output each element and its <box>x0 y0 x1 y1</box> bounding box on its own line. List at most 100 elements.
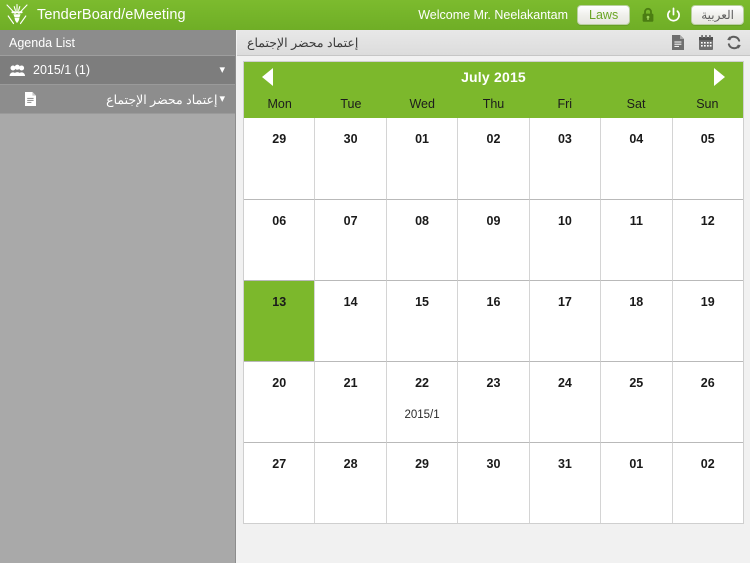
calendar-day-cell[interactable]: 30 <box>457 442 529 523</box>
chevron-down-icon[interactable]: ▾ <box>219 64 225 76</box>
calendar-day-cell[interactable]: 19 <box>671 280 743 361</box>
brand-area: TenderBoard/eMeeting <box>4 2 186 28</box>
weekday-fri: Fri <box>557 97 573 111</box>
sidebar: Agenda List 2015/1 (1) ▾ إعتماد محضر الإ… <box>0 30 236 563</box>
calendar-day-number: 15 <box>415 295 429 309</box>
calendar-day-number: 12 <box>700 214 715 228</box>
calendar-day-cell[interactable]: 27 <box>244 442 315 523</box>
calendar-day-cell[interactable]: 10 <box>528 199 601 280</box>
group-users-icon <box>9 62 26 79</box>
calendar-day-number: 30 <box>486 457 501 471</box>
calendar-day-number: 26 <box>700 376 715 390</box>
lock-icon[interactable] <box>639 5 656 25</box>
calendar-day-cell[interactable]: 24 <box>528 361 601 442</box>
oman-emblem-icon <box>4 2 30 28</box>
calendar-day-number: 25 <box>629 376 644 390</box>
weekday-tue: Tue <box>340 97 362 111</box>
chevron-down-icon[interactable]: ▾ <box>219 93 225 105</box>
calendar-day-cell[interactable]: 20 <box>244 361 315 442</box>
calendar-day-number: 24 <box>557 376 572 390</box>
calendar-day-cell[interactable]: 15 <box>385 280 458 361</box>
calendar-day-event[interactable]: 2015/1 <box>387 390 457 421</box>
document-icon <box>22 91 39 108</box>
calendar-day-number: 28 <box>343 457 358 471</box>
power-icon[interactable] <box>665 5 682 25</box>
calendar-day-cell[interactable]: 18 <box>600 280 672 361</box>
calendar-day-cell[interactable]: 12 <box>671 199 743 280</box>
header-right-controls: Welcome Mr. Neelakantam Laws العربية <box>418 5 744 25</box>
calendar-day-cell[interactable]: 28 <box>314 442 386 523</box>
calendar-day-cell[interactable]: 02 <box>457 118 529 199</box>
refresh-icon[interactable] <box>726 34 742 52</box>
arabic-language-button[interactable]: العربية <box>691 5 744 25</box>
calendar-day-cell[interactable]: 21 <box>314 361 386 442</box>
calendar-day-cell[interactable]: 03 <box>528 118 601 199</box>
calendar-week-row: 13 14 15 16 17 18 19 <box>244 280 743 361</box>
content-title: إعتماد محضر الإجتماع <box>247 36 359 50</box>
calendar-grid: 29 30 01 02 03 04 05 06 07 08 09 10 11 12 13 14 15 16 17 18… <box>244 118 743 523</box>
calendar-day-number: 29 <box>415 457 429 471</box>
weekday-sat: Sat <box>626 97 646 111</box>
calendar-weekday-header: Mon Tue Wed Thu Fri Sat Sun <box>244 91 743 118</box>
calendar-day-cell[interactable]: 16 <box>457 280 529 361</box>
calendar-day-cell[interactable]: 04 <box>600 118 672 199</box>
calendar-day-cell[interactable]: 29 <box>385 442 458 523</box>
calendar-day-cell[interactable]: 06 <box>244 199 315 280</box>
calendar-day-cell[interactable]: 01 <box>600 442 672 523</box>
sidebar-item-agenda-approve-minutes[interactable]: إعتماد محضر الإجتماع ▾ <box>0 85 235 114</box>
calendar-icon[interactable] <box>698 34 714 52</box>
calendar-day-cell[interactable]: 23 <box>457 361 529 442</box>
content-panel: إعتماد محضر الإجتماع July 2015 Mon Tue W… <box>237 30 750 563</box>
calendar-day-cell[interactable]: 14 <box>314 280 386 361</box>
calendar-day-number: 17 <box>557 295 572 309</box>
agenda-list-title: Agenda List <box>9 35 76 50</box>
calendar-week-row: 20 21 22 2015/1 23 24 25 26 <box>244 361 743 442</box>
calendar-day-cell[interactable]: 02 <box>671 442 743 523</box>
calendar-day-number: 10 <box>557 214 572 228</box>
calendar-day-number: 09 <box>486 214 501 228</box>
calendar-day-cell[interactable]: 29 <box>244 118 315 199</box>
calendar-day-number: 31 <box>557 457 572 471</box>
calendar-day-number: 03 <box>557 132 572 146</box>
calendar-day-number: 29 <box>272 132 287 146</box>
calendar-day-cell[interactable]: 30 <box>314 118 386 199</box>
calendar-month-label: July 2015 <box>461 68 526 85</box>
calendar-day-cell[interactable]: 25 <box>600 361 672 442</box>
calendar-day-number: 18 <box>629 295 644 309</box>
brand-title: TenderBoard/eMeeting <box>37 7 186 23</box>
calendar-day-number: 02 <box>486 132 501 146</box>
prev-month-button[interactable] <box>262 67 273 86</box>
calendar-day-cell[interactable]: 26 <box>671 361 743 442</box>
weekday-sun: Sun <box>696 97 719 111</box>
app-root: TenderBoard/eMeeting Welcome Mr. Neelaka… <box>0 0 750 563</box>
calendar-day-number: 22 <box>415 376 429 390</box>
sidebar-item-label: 2015/1 (1) <box>33 63 90 77</box>
calendar-day-cell[interactable]: 05 <box>671 118 743 199</box>
document-icon[interactable] <box>670 34 686 52</box>
calendar-day-number: 19 <box>700 295 715 309</box>
calendar-day-number: 20 <box>272 376 287 390</box>
calendar-day-cell[interactable]: 01 <box>385 118 458 199</box>
calendar: July 2015 Mon Tue Wed Thu Fri Sat Sun 29… <box>243 61 744 524</box>
calendar-day-cell[interactable]: 07 <box>314 199 386 280</box>
sidebar-item-meeting-2015-1[interactable]: 2015/1 (1) ▾ <box>0 56 235 85</box>
calendar-day-cell[interactable]: 17 <box>528 280 601 361</box>
calendar-day-cell[interactable]: 09 <box>457 199 529 280</box>
calendar-day-cell[interactable]: 11 <box>600 199 672 280</box>
calendar-day-number: 27 <box>272 457 287 471</box>
calendar-day-cell[interactable]: 08 <box>385 199 458 280</box>
laws-button[interactable]: Laws <box>577 5 631 25</box>
calendar-day-cell[interactable]: 13 <box>244 280 315 361</box>
next-month-button[interactable] <box>714 67 725 86</box>
calendar-container: July 2015 Mon Tue Wed Thu Fri Sat Sun 29… <box>237 56 750 524</box>
calendar-week-row: 06 07 08 09 10 11 12 <box>244 199 743 280</box>
calendar-day-number: 01 <box>629 457 644 471</box>
calendar-month-row: July 2015 <box>244 62 743 91</box>
calendar-day-number: 13 <box>272 295 287 309</box>
content-toolbar <box>670 34 742 52</box>
content-header-bar: إعتماد محضر الإجتماع <box>237 30 750 56</box>
calendar-day-cell[interactable]: 31 <box>528 442 601 523</box>
calendar-week-row: 27 28 29 30 31 01 02 <box>244 442 743 523</box>
calendar-day-number: 07 <box>343 214 358 228</box>
calendar-day-cell[interactable]: 22 2015/1 <box>385 361 458 442</box>
